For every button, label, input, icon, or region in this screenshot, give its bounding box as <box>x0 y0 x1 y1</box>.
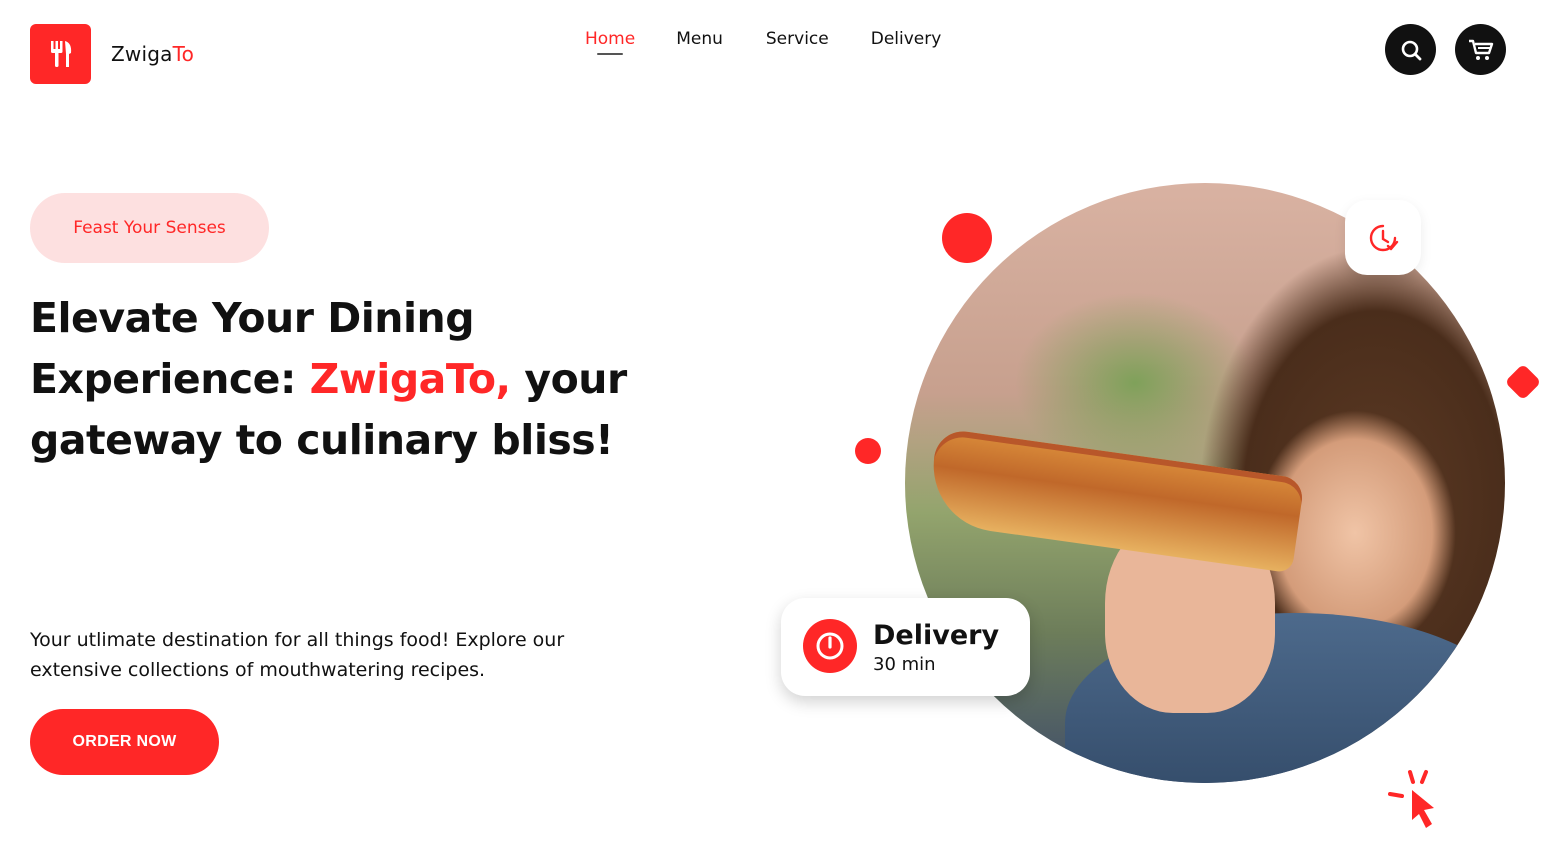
hero-tag: Feast Your Senses <box>30 193 269 263</box>
decor-dot-small <box>855 438 881 464</box>
search-icon <box>1401 40 1421 60</box>
fork-knife-icon <box>50 41 71 67</box>
brand-name[interactable]: ZwigaTo <box>111 42 194 66</box>
decor-diamond <box>1504 363 1542 401</box>
delivery-time: 30 min <box>873 654 936 675</box>
nav-home[interactable]: Home <box>585 29 635 55</box>
hero-description: Your utlimate destination for all things… <box>30 629 565 681</box>
click-cursor-icon <box>1388 770 1434 828</box>
nav-service[interactable]: Service <box>766 29 829 49</box>
decor-dot-large <box>942 213 992 263</box>
main-nav: Home Menu Service Delivery <box>585 29 942 55</box>
cart-icon <box>1468 39 1493 60</box>
headline-brand-highlight: ZwigaTo, <box>309 355 511 403</box>
logo-badge[interactable] <box>30 24 91 84</box>
nav-menu[interactable]: Menu <box>676 29 723 49</box>
cart-button[interactable] <box>1455 24 1506 75</box>
nav-delivery[interactable]: Delivery <box>871 29 942 49</box>
delivery-title: Delivery <box>873 620 1000 651</box>
hero-headline: Elevate Your Dining Experience: ZwigaTo,… <box>30 294 627 464</box>
clock-icon <box>1369 224 1399 251</box>
power-timer-icon <box>803 619 857 673</box>
order-now-button[interactable]: ORDER NOW <box>30 709 219 775</box>
clock-badge <box>1345 200 1421 275</box>
delivery-card: Delivery 30 min <box>781 598 1030 696</box>
photo-pizza-slice <box>925 427 1305 574</box>
search-button[interactable] <box>1385 24 1436 75</box>
